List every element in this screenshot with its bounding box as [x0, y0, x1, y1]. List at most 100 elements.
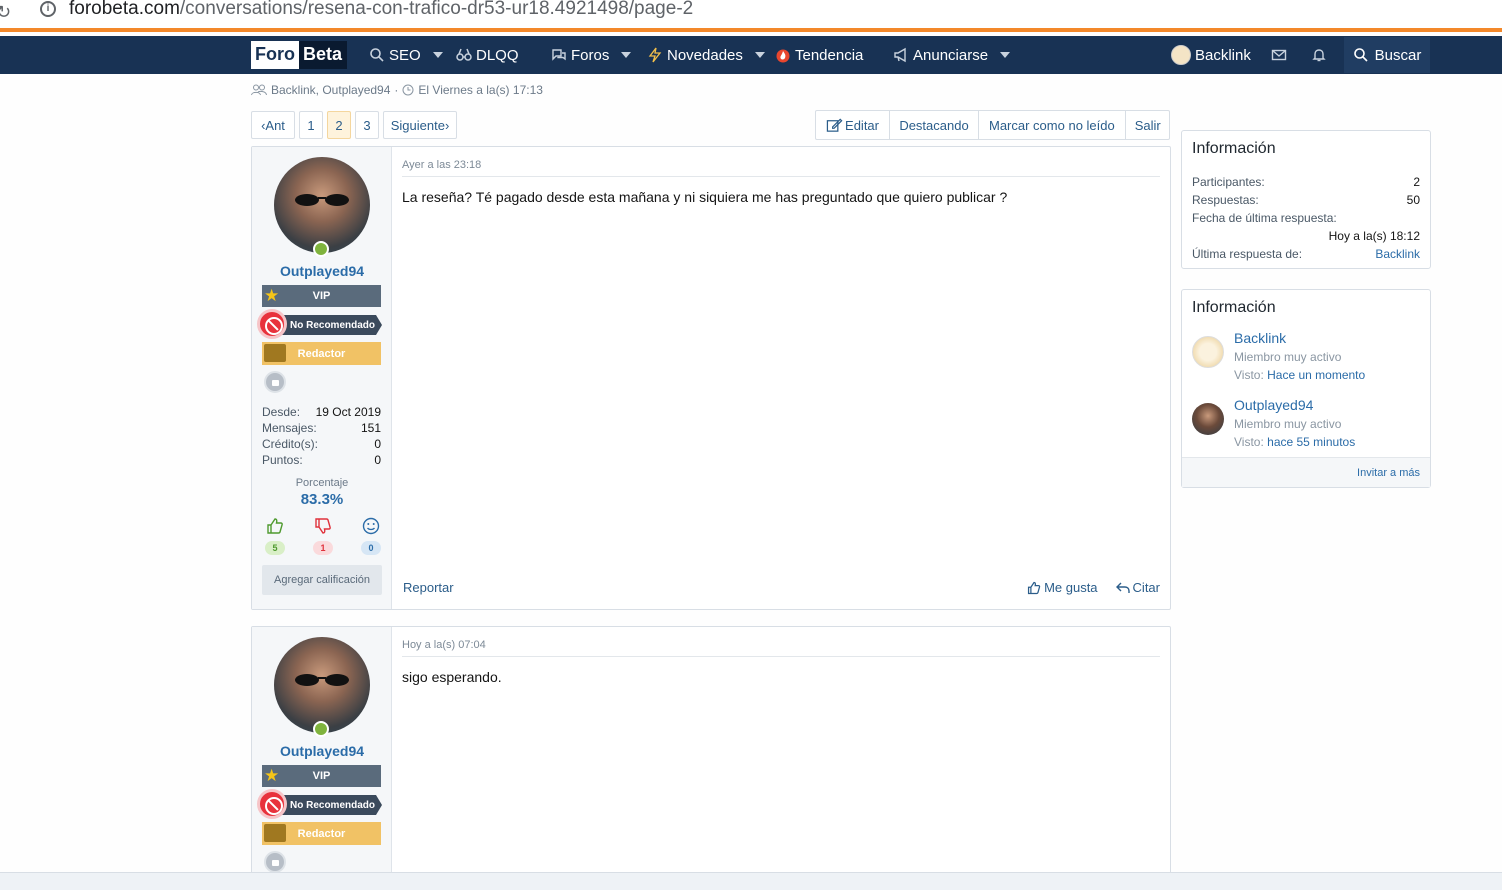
post-body: La reseña? Té pagado desde esta mañana y… [402, 189, 1008, 205]
message-user-panel: Outplayed94 ★ VIP No Recomendado Redactor [252, 627, 392, 875]
post-date[interactable]: Ayer a las 23:18 [402, 159, 481, 171]
avatar[interactable] [274, 637, 370, 733]
megaphone-icon [894, 47, 906, 63]
browser-url-bar[interactable]: ↻ i forobeta.com/conversations/resena-co… [0, 0, 1502, 32]
top-navbar: Foro Beta SEO DLQQ Foros Novedades Tende… [0, 36, 1502, 74]
page-2-button[interactable]: 2 [327, 111, 351, 139]
comment-icon [264, 344, 286, 362]
inbox-button[interactable] [1271, 36, 1287, 74]
thumbs-up-icon [267, 518, 283, 534]
cookie-notice-bar [0, 872, 1502, 890]
nav-user-backlink[interactable]: Backlink [1171, 36, 1251, 74]
nav-novedades[interactable]: Novedades [647, 36, 765, 74]
site-info-icon[interactable]: i [40, 1, 56, 17]
username-link[interactable]: Outplayed94 [252, 263, 392, 279]
comment-icon [264, 824, 286, 842]
user-stats: Desde: 19 Oct 2019 Mensajes: 151 Crédito(s… [262, 405, 381, 467]
chat-icon [552, 49, 566, 61]
online-indicator-icon [313, 721, 329, 737]
nav-tendencia[interactable]: Tendencia [775, 36, 863, 74]
info-block-stats: Información Participantes: 2 Respuestas: 5… [1181, 130, 1431, 269]
search-button[interactable]: Buscar [1344, 37, 1430, 73]
page-1-button[interactable]: 1 [299, 111, 323, 139]
bolt-icon [648, 47, 662, 63]
feature-button[interactable]: Destacando [890, 111, 979, 139]
star-icon: ★ [264, 766, 280, 785]
edit-icon [826, 118, 843, 132]
positive-rating[interactable]: 5 [264, 517, 286, 555]
thumbs-down-icon [315, 518, 331, 534]
info-block-members: Información Backlink Miembro muy activo … [1181, 289, 1431, 488]
bell-icon [1312, 49, 1326, 62]
smile-icon [362, 517, 380, 535]
nav-dlqq[interactable]: DLQQ [456, 36, 519, 74]
lock-icon [264, 371, 286, 393]
member-name-link[interactable]: Outplayed94 [1234, 397, 1313, 413]
online-indicator-icon [313, 241, 329, 257]
post-body: sigo esperando. [402, 669, 502, 685]
percentage-value: 83.3% [300, 491, 344, 508]
search-icon [1353, 48, 1368, 62]
participants: Backlink, Outplayed94 [271, 83, 391, 97]
like-button[interactable]: Me gusta [1027, 580, 1098, 595]
site-logo[interactable]: Foro Beta [251, 41, 348, 69]
post-actions: Me gusta Citar [1027, 580, 1160, 595]
block-title: Información [1192, 140, 1276, 157]
binoculars-icon [456, 48, 472, 61]
member-name-link[interactable]: Backlink [1234, 330, 1286, 346]
alerts-button[interactable] [1311, 36, 1327, 74]
chevron-down-icon [432, 52, 443, 58]
envelope-icon [1271, 49, 1287, 61]
mark-unread-button[interactable]: Marcar como no leído [979, 111, 1126, 139]
neutral-rating[interactable]: 0 [360, 517, 382, 555]
reply-icon [1115, 582, 1130, 593]
chevron-down-icon [1000, 52, 1011, 58]
rating-counts: 5 1 0 [264, 517, 382, 555]
chevron-down-icon [621, 52, 632, 58]
nav-anunciarse[interactable]: Anunciarse [893, 36, 1011, 74]
not-recommended-badge: No Recomendado [257, 789, 382, 819]
thumbs-up-icon [1027, 581, 1041, 594]
add-rating-button[interactable]: Agregar calificación [262, 565, 382, 595]
fire-icon [776, 49, 790, 63]
clock-icon [402, 84, 414, 96]
reload-icon[interactable]: ↻ [0, 2, 11, 23]
vip-badge: ★ VIP [262, 765, 381, 787]
message-user-panel: Outplayed94 ★ VIP No Recomendado Redactor… [252, 147, 392, 609]
leave-button[interactable]: Salir [1126, 111, 1170, 139]
users-icon [251, 84, 267, 96]
invite-more-link[interactable]: Invitar a más [1182, 457, 1430, 487]
vip-badge: ★ VIP [262, 285, 381, 307]
next-page-button[interactable]: Siguiente › [383, 111, 457, 139]
nav-foros[interactable]: Foros [551, 36, 632, 74]
avatar[interactable] [274, 157, 370, 253]
username-link[interactable]: Outplayed94 [252, 743, 392, 759]
start-date: El Viernes a la(s) 17:13 [418, 83, 543, 97]
edit-button[interactable]: Editar [816, 111, 890, 139]
report-link[interactable]: Reportar [403, 580, 454, 595]
post-date[interactable]: Hoy a la(s) 07:04 [402, 639, 486, 651]
page-3-button[interactable]: 3 [355, 111, 379, 139]
avatar[interactable] [1192, 403, 1224, 435]
negative-rating[interactable]: 1 [312, 517, 334, 555]
writer-badge: Redactor [262, 822, 381, 845]
conversation-meta: Backlink, Outplayed94 · El Viernes a la(… [251, 83, 543, 97]
avatar [1171, 45, 1191, 65]
conversation-actions: Editar Destacando Marcar como no leído S… [815, 110, 1170, 140]
ban-icon [257, 309, 287, 339]
message-post: Outplayed94 ★ VIP No Recomendado Redactor… [251, 146, 1171, 610]
url-text[interactable]: forobeta.com/conversations/resena-con-tr… [69, 0, 693, 20]
message-post: Outplayed94 ★ VIP No Recomendado Redactor… [251, 626, 1171, 876]
ban-icon [257, 789, 287, 819]
nav-seo[interactable]: SEO [369, 36, 443, 74]
prev-page-button[interactable]: ‹ Ant [251, 111, 295, 139]
writer-badge: Redactor [262, 342, 381, 365]
avatar[interactable] [1192, 336, 1224, 368]
search-icon [370, 48, 384, 62]
last-reply-user-link[interactable]: Backlink [1375, 247, 1420, 261]
chevron-down-icon [754, 52, 765, 58]
quote-button[interactable]: Citar [1115, 580, 1160, 595]
percentage-label: Porcentaje [295, 477, 349, 489]
lock-icon [264, 851, 286, 873]
not-recommended-badge: No Recomendado [257, 309, 382, 339]
